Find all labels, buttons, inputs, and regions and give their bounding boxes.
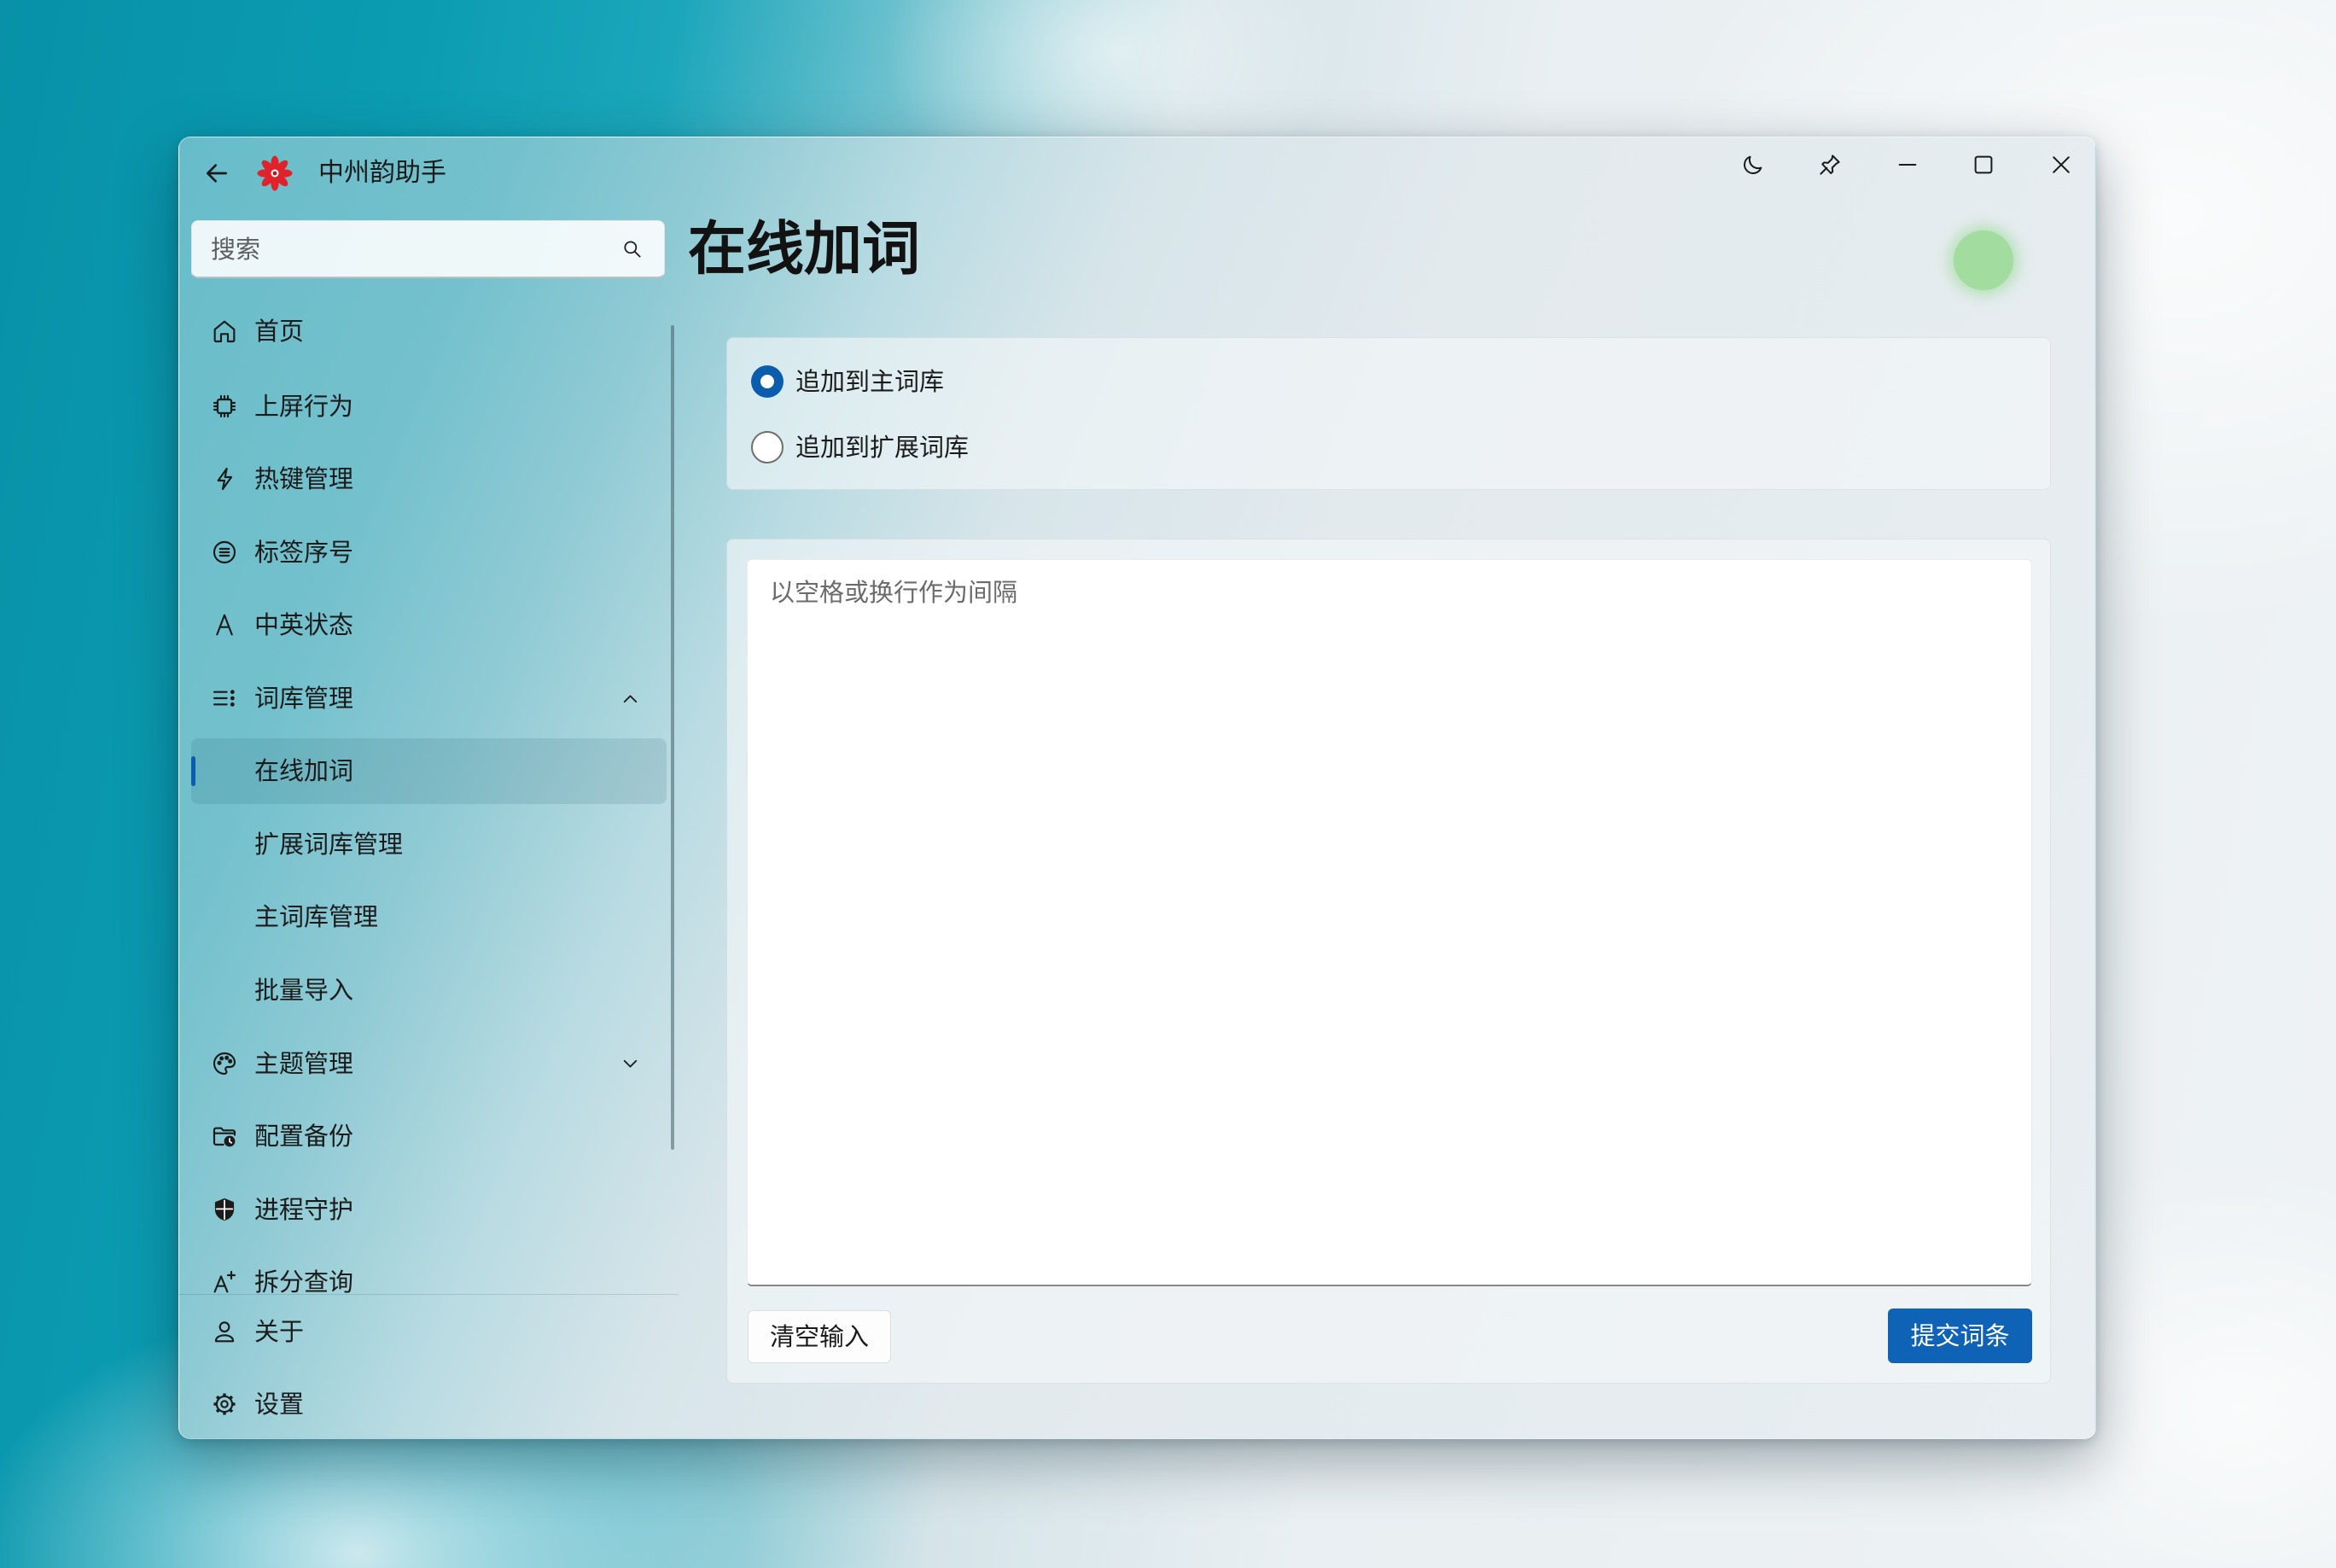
sidebar-item-theme-management[interactable]: 主题管理 (191, 1031, 667, 1097)
list-circle-icon (211, 539, 238, 566)
target-dictionary-card: 追加到主词库 追加到扩展词库 (726, 337, 2051, 490)
sidebar-item-label: 在线加词 (254, 756, 354, 785)
status-indicator-dot (1954, 230, 2013, 290)
page-title: 在线加词 (688, 216, 921, 283)
maximize-icon[interactable] (1971, 152, 1996, 178)
sidebar-item-label: 设置 (254, 1390, 305, 1419)
radio-label-extended-dictionary[interactable]: 追加到扩展词库 (795, 432, 969, 463)
sidebar-nav: 首页 上屏行为 热键管理 标签序号 中英状态 词库管理 在线加词 扩展词库管理 … (191, 137, 669, 1294)
sidebar-item-label: 中英状态 (254, 610, 354, 639)
radio-main-dictionary[interactable] (751, 365, 784, 398)
submit-words-button[interactable]: 提交词条 (1888, 1309, 2032, 1363)
letter-a-icon (211, 611, 238, 638)
pin-icon[interactable] (1817, 152, 1843, 178)
sidebar-item-label: 主词库管理 (254, 902, 379, 931)
sidebar-item-cn-en-state[interactable]: 中英状态 (191, 592, 667, 658)
sidebar-item-home[interactable]: 首页 (191, 299, 667, 364)
sidebar-item-label: 关于 (254, 1317, 305, 1346)
word-entry-textarea[interactable] (747, 559, 2032, 1286)
sidebar-item-dictionary-management[interactable]: 词库管理 (191, 666, 667, 732)
sidebar-item-label-numbers[interactable]: 标签序号 (191, 520, 667, 586)
sidebar-item-online-add-word[interactable]: 在线加词 (191, 738, 667, 804)
lightning-icon (211, 465, 238, 493)
sidebar-item-label: 上屏行为 (254, 392, 354, 421)
word-entry-card: 清空输入 提交词条 (726, 539, 2051, 1384)
sidebar-item-about[interactable]: 关于 (191, 1299, 667, 1365)
radio-extended-dictionary[interactable] (751, 431, 784, 463)
clear-input-button[interactable]: 清空输入 (748, 1310, 891, 1363)
sidebar-item-label: 拆分查询 (254, 1268, 354, 1294)
sidebar-item-label: 热键管理 (254, 464, 354, 493)
sidebar-item-label: 批量导入 (254, 976, 354, 1005)
minimize-icon[interactable] (1895, 152, 1920, 178)
shield-icon (211, 1196, 238, 1223)
sidebar-item-label: 标签序号 (254, 538, 354, 567)
sidebar-item-label: 配置备份 (254, 1122, 354, 1151)
gear-icon (211, 1390, 238, 1418)
sidebar-item-label: 扩展词库管理 (254, 830, 404, 859)
sidebar-item-extended-dictionary[interactable]: 扩展词库管理 (191, 812, 667, 877)
sidebar-item-main-dictionary[interactable]: 主词库管理 (191, 884, 667, 950)
palette-icon (211, 1050, 238, 1077)
sidebar-item-label: 主题管理 (254, 1049, 354, 1078)
sidebar-divider (179, 1294, 679, 1295)
app-window: 中州韵助手 在线加词 首页 上屏行为 热键管理 (178, 137, 2096, 1439)
sidebar-item-hotkeys[interactable]: 热键管理 (191, 446, 667, 512)
close-icon[interactable] (2048, 152, 2074, 178)
person-icon (211, 1318, 238, 1345)
sidebar-item-settings[interactable]: 设置 (191, 1372, 667, 1437)
sidebar-item-label: 首页 (254, 317, 305, 346)
sidebar-footer: 关于 设置 (191, 1299, 667, 1437)
moon-icon[interactable] (1740, 152, 1766, 178)
selection-indicator (191, 756, 195, 786)
radio-label-main-dictionary[interactable]: 追加到主词库 (795, 366, 944, 397)
chevron-down-icon[interactable] (620, 1053, 641, 1075)
sidebar-item-process-guard[interactable]: 进程守护 (191, 1177, 667, 1243)
sidebar-item-commit-behavior[interactable]: 上屏行为 (191, 374, 667, 440)
chip-icon (211, 393, 238, 420)
chevron-up-icon[interactable] (620, 688, 641, 709)
sidebar-item-split-query[interactable]: 拆分查询 (191, 1250, 667, 1294)
sidebar-item-config-backup[interactable]: 配置备份 (191, 1104, 667, 1169)
sidebar-item-label: 进程守护 (254, 1195, 354, 1224)
dictionary-list-icon (211, 685, 238, 712)
sidebar-item-batch-import[interactable]: 批量导入 (191, 958, 667, 1023)
sidebar-scrollbar[interactable] (671, 325, 674, 1150)
home-icon (211, 318, 238, 345)
sidebar-item-label: 词库管理 (254, 684, 354, 713)
folder-backup-icon (211, 1122, 238, 1150)
text-split-icon (211, 1268, 238, 1294)
